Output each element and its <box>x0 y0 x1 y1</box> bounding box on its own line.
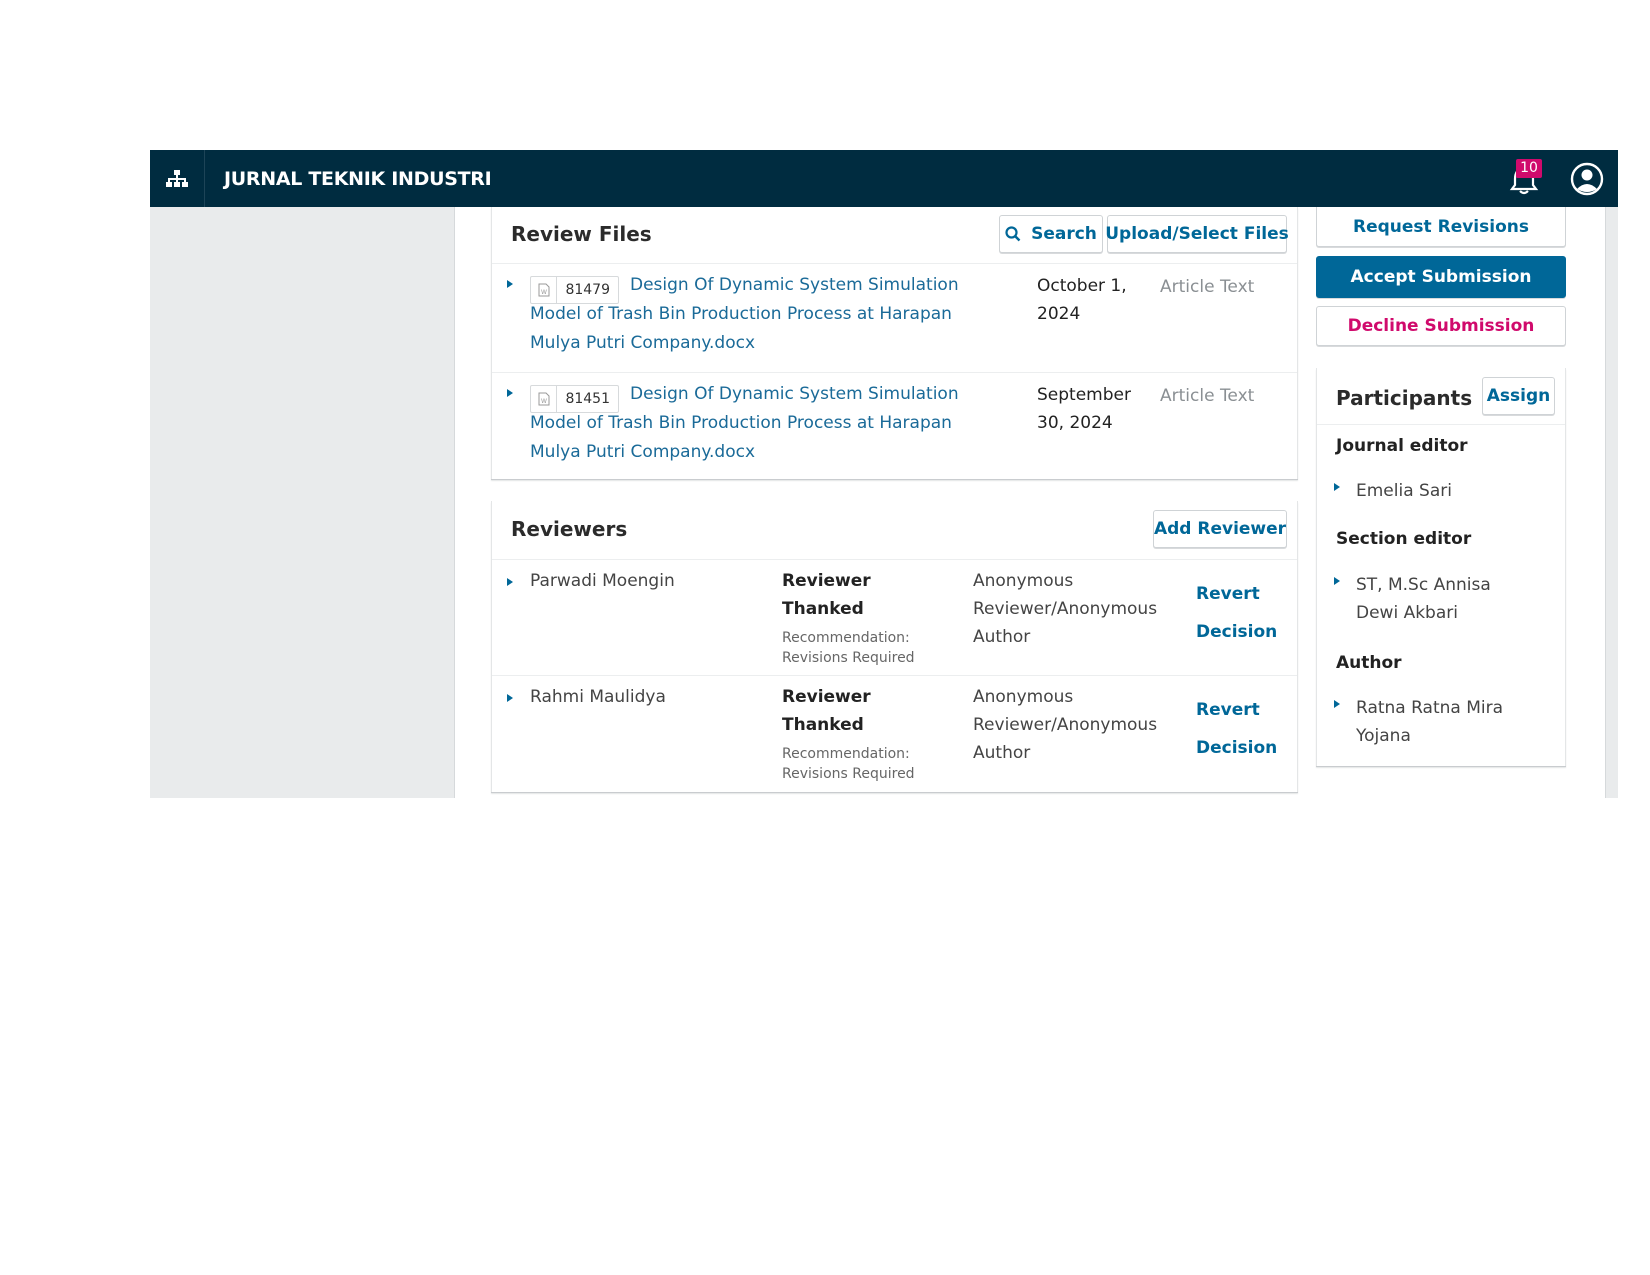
file-name-link[interactable]: Design Of Dynamic System Simulation Mode… <box>530 380 1000 467</box>
decline-submission-button[interactable]: Decline Submission <box>1316 306 1566 346</box>
review-status: Reviewer Thanked <box>782 571 871 619</box>
assign-participant-button[interactable]: Assign <box>1482 377 1555 415</box>
reviewer-name: Rahmi Maulidya <box>530 687 666 707</box>
caret-right-icon[interactable] <box>1334 577 1340 585</box>
caret-right-icon[interactable] <box>507 389 513 397</box>
review-files-panel: Review Files Search Upload/Select Files … <box>491 207 1298 479</box>
review-files-title: Review Files <box>511 222 652 246</box>
review-status: Reviewer Thanked <box>782 687 871 735</box>
participants-title: Participants <box>1336 386 1473 410</box>
sitemap-button[interactable] <box>150 150 205 207</box>
notification-count-badge: 10 <box>1516 159 1542 178</box>
add-reviewer-button[interactable]: Add Reviewer <box>1153 510 1287 548</box>
file-date: October 1, 2024 <box>1037 276 1127 324</box>
scrollbar-track[interactable] <box>1605 207 1618 798</box>
role-section-editor: Section editor <box>1336 529 1472 549</box>
role-journal-editor: Journal editor <box>1336 436 1468 456</box>
top-navbar: JURNAL TEKNIK INDUSTRI 10 <box>150 150 1618 207</box>
search-files-button[interactable]: Search <box>999 215 1103 253</box>
caret-right-icon[interactable] <box>1334 700 1340 708</box>
reviewer-row: Parwadi Moengin Reviewer Thanked Recomme… <box>492 560 1297 675</box>
reviewers-title: Reviewers <box>511 517 628 541</box>
participant-name[interactable]: ST, M.Sc Annisa Dewi Akbari <box>1356 571 1536 627</box>
file-name-link[interactable]: Design Of Dynamic System Simulation Mode… <box>530 271 1000 358</box>
review-recommendation: Recommendation: Revisions Required <box>782 630 915 666</box>
review-recommendation: Recommendation: Revisions Required <box>782 746 915 782</box>
user-menu-button[interactable] <box>1570 162 1604 196</box>
caret-right-icon[interactable] <box>507 694 513 702</box>
role-author: Author <box>1336 653 1402 673</box>
file-date: September 30, 2024 <box>1037 385 1131 433</box>
participant-name[interactable]: Emelia Sari <box>1356 477 1452 505</box>
sitemap-icon <box>166 169 188 187</box>
file-row: W 81451 Design Of Dynamic System Simulat… <box>492 373 1297 479</box>
file-row: W 81479 Design Of Dynamic System Simulat… <box>492 264 1297 372</box>
participants-panel: Participants Assign Journal editor Emeli… <box>1316 368 1566 766</box>
user-icon <box>1570 162 1604 196</box>
participant-name[interactable]: Ratna Ratna Mira Yojana <box>1356 694 1506 750</box>
caret-right-icon[interactable] <box>507 578 513 586</box>
app-window: JURNAL TEKNIK INDUSTRI 10 Review Files S… <box>150 150 1618 798</box>
review-method: Anonymous Reviewer/Anonymous Author <box>973 571 1158 647</box>
caret-right-icon[interactable] <box>507 280 513 288</box>
revert-decision-link[interactable]: Revert Decision <box>1196 691 1281 767</box>
request-revisions-button[interactable]: Request Revisions <box>1316 207 1566 247</box>
search-icon <box>1005 226 1021 242</box>
divider <box>1317 424 1565 425</box>
workflow-content: Review Files Search Upload/Select Files … <box>455 207 1605 798</box>
search-files-label: Search <box>1031 224 1097 244</box>
reviewer-name: Parwadi Moengin <box>530 571 675 591</box>
review-method: Anonymous Reviewer/Anonymous Author <box>973 687 1158 763</box>
file-type: Article Text <box>1160 386 1255 406</box>
reviewer-row: Rahmi Maulidya Reviewer Thanked Recommen… <box>492 676 1297 791</box>
accept-submission-button[interactable]: Accept Submission <box>1316 256 1566 298</box>
upload-select-files-button[interactable]: Upload/Select Files <box>1105 215 1289 253</box>
file-type: Article Text <box>1160 277 1255 297</box>
left-sidebar <box>150 207 455 798</box>
journal-title[interactable]: JURNAL TEKNIK INDUSTRI <box>224 168 492 190</box>
caret-right-icon[interactable] <box>1334 483 1340 491</box>
revert-decision-link[interactable]: Revert Decision <box>1196 575 1281 651</box>
reviewers-panel: Reviewers Add Reviewer Parwadi Moengin R… <box>491 501 1298 792</box>
